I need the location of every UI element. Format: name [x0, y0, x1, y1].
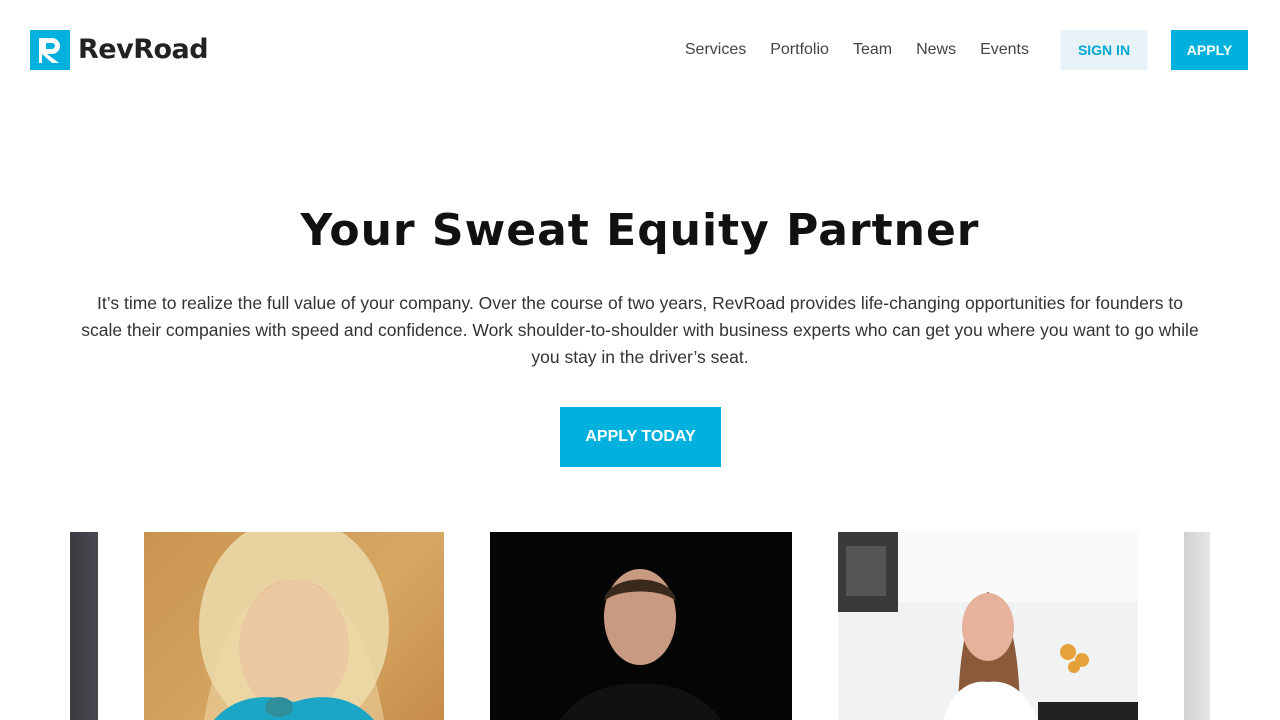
nav-events[interactable]: Events [980, 30, 1029, 70]
founder-photo-woman-kitchen [838, 532, 1138, 720]
nav-portfolio[interactable]: Portfolio [770, 30, 829, 70]
apply-today-button[interactable]: APPLY TODAY [560, 407, 721, 467]
revroad-r-logo-icon [30, 30, 70, 70]
founder-photo-woman-blonde [144, 532, 444, 720]
hero-title: Your Sweat Equity Partner [300, 205, 980, 256]
logo-link[interactable]: RevRoad [30, 30, 209, 70]
apply-button[interactable]: APPLY [1171, 30, 1248, 70]
portrait-illustration [199, 532, 389, 720]
main-nav: Services Portfolio Team News Events SIGN… [685, 30, 1248, 70]
portrait-illustration [560, 569, 722, 720]
nav-news[interactable]: News [916, 30, 956, 70]
site-header: RevRoad Services Portfolio Team News Eve… [0, 0, 1280, 100]
founder-photo-partial-right [1184, 532, 1210, 720]
logo-wordmark: RevRoad [78, 34, 209, 65]
nav-services[interactable]: Services [685, 30, 746, 70]
founder-photo-partial-left [70, 532, 98, 720]
founder-photo-man-dark [490, 532, 792, 720]
portrait-illustration [838, 532, 1138, 720]
sign-in-button[interactable]: SIGN IN [1061, 30, 1147, 70]
nav-team[interactable]: Team [853, 30, 892, 70]
hero-description: It’s time to realize the full value of y… [81, 293, 1199, 367]
